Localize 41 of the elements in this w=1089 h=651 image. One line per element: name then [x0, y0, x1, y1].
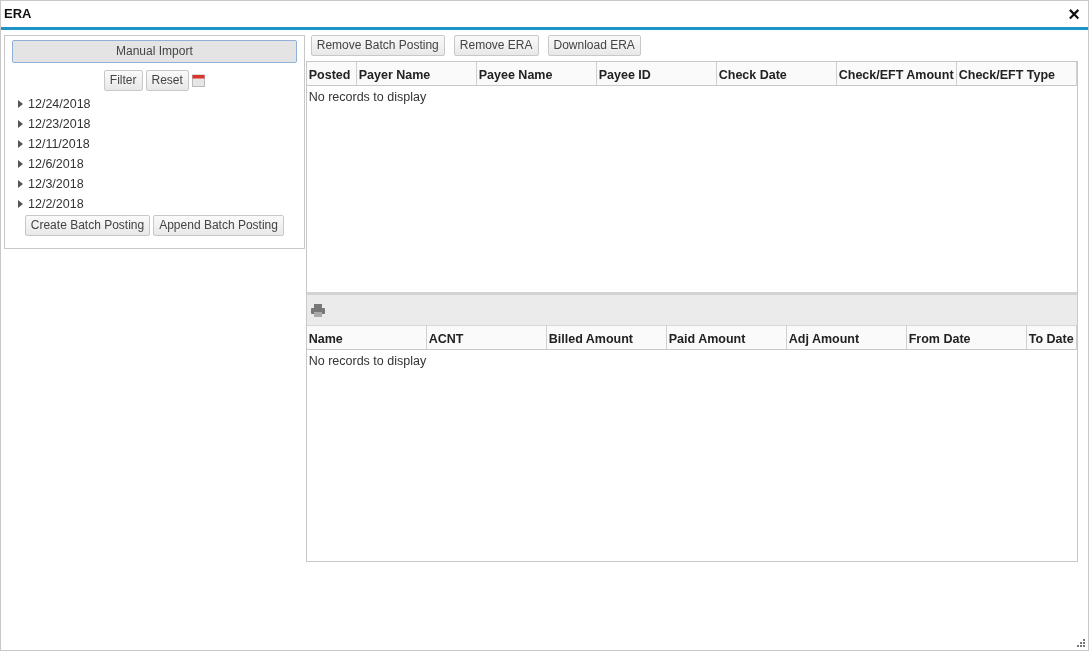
expand-icon[interactable] — [16, 180, 24, 188]
column-header[interactable]: Payee Name — [476, 62, 597, 85]
reset-button[interactable]: Reset — [145, 70, 189, 91]
column-header[interactable]: ACNT — [426, 326, 547, 349]
empty-message: No records to display — [307, 89, 428, 106]
column-header[interactable]: Payee ID — [596, 62, 717, 85]
column-header[interactable]: Payer Name — [356, 62, 477, 85]
column-header[interactable]: Billed Amount — [546, 326, 667, 349]
column-header[interactable]: Name — [306, 326, 427, 349]
column-header[interactable]: Posted — [306, 62, 357, 85]
window-title: ERA — [4, 5, 32, 24]
expand-icon[interactable] — [16, 140, 24, 148]
tree-item[interactable]: 12/24/2018 — [28, 94, 91, 114]
empty-message: No records to display — [307, 353, 428, 370]
filter-button[interactable]: Filter — [103, 70, 143, 91]
manual-import-button[interactable]: Manual Import — [12, 40, 297, 63]
expand-icon[interactable] — [16, 200, 24, 208]
expand-icon[interactable] — [16, 100, 24, 108]
tree-item[interactable]: 12/23/2018 — [28, 114, 91, 134]
batch-posting-button[interactable]: Create Batch Posting — [24, 215, 151, 236]
tree-item[interactable]: 12/3/2018 — [28, 174, 84, 194]
toolbar-button[interactable]: Remove Batch Posting — [310, 35, 445, 56]
column-header[interactable]: Paid Amount — [666, 326, 787, 349]
column-header[interactable]: Check/EFT Amount — [836, 62, 957, 85]
batch-posting-button[interactable]: Append Batch Posting — [153, 215, 284, 236]
expand-icon[interactable] — [16, 160, 24, 168]
column-header[interactable]: Check/EFT Type — [956, 62, 1077, 85]
column-header[interactable]: From Date — [906, 326, 1027, 349]
toolbar-button[interactable]: Remove ERA — [453, 35, 539, 56]
print-icon[interactable] — [310, 303, 325, 317]
column-header[interactable]: Adj Amount — [786, 326, 907, 349]
toolbar-button[interactable]: Download ERA — [547, 35, 641, 56]
tree-item[interactable]: 12/2/2018 — [28, 194, 84, 214]
close-button[interactable]: × — [1068, 4, 1080, 24]
resize-grip-icon[interactable] — [1076, 638, 1085, 647]
expand-icon[interactable] — [16, 120, 24, 128]
calendar-icon[interactable] — [191, 74, 205, 87]
column-header[interactable]: To Date — [1026, 326, 1077, 349]
column-header[interactable]: Check Date — [716, 62, 837, 85]
tree-item[interactable]: 12/6/2018 — [28, 154, 84, 174]
tree-item[interactable]: 12/11/2018 — [28, 134, 90, 154]
